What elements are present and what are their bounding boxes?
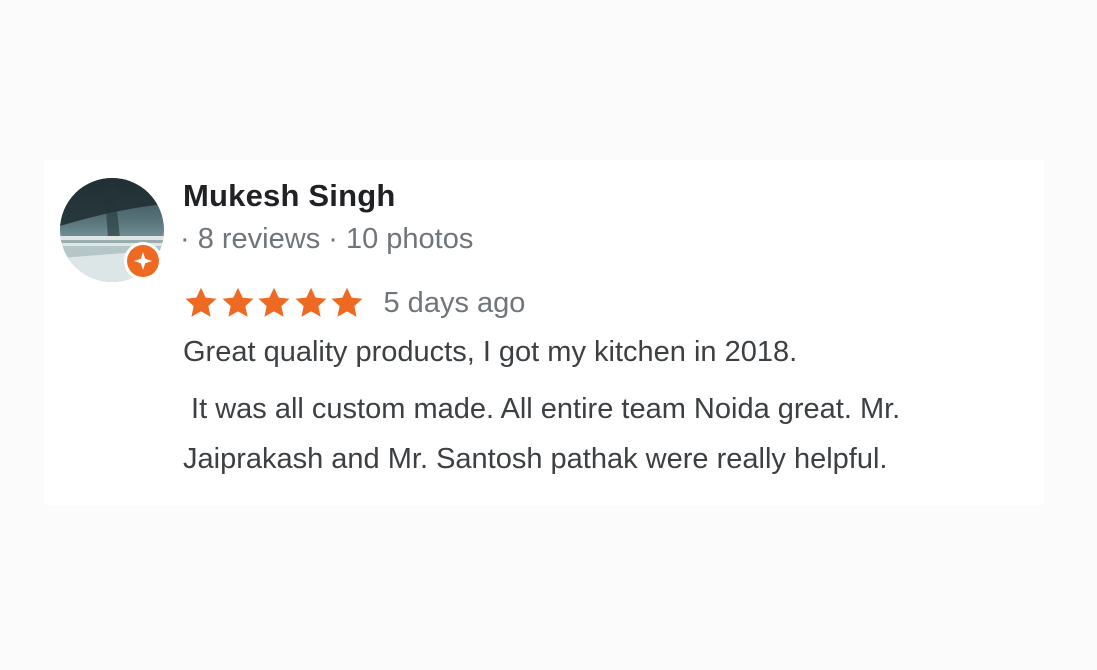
review-text-line: Great quality products, I got my kitchen… <box>183 336 798 368</box>
reviewer-name[interactable]: Mukesh Singh <box>183 178 396 214</box>
review-date: 5 days ago <box>383 286 526 319</box>
star-icon <box>331 287 363 317</box>
review-text-line: Jaiprakash and Mr. Santosh pathak were r… <box>183 443 888 475</box>
review-text-line: It was all custom made. All entire team … <box>183 393 901 425</box>
local-guide-badge-icon <box>124 242 162 280</box>
star-icon <box>222 287 253 317</box>
star-icon <box>258 287 290 317</box>
star-icon <box>185 287 217 317</box>
star-rating <box>183 285 366 321</box>
star-icon <box>295 287 326 317</box>
reviewer-stats[interactable]: · 8 reviews · 10 photos <box>180 223 473 256</box>
rating-row: 5 days ago <box>183 283 525 323</box>
